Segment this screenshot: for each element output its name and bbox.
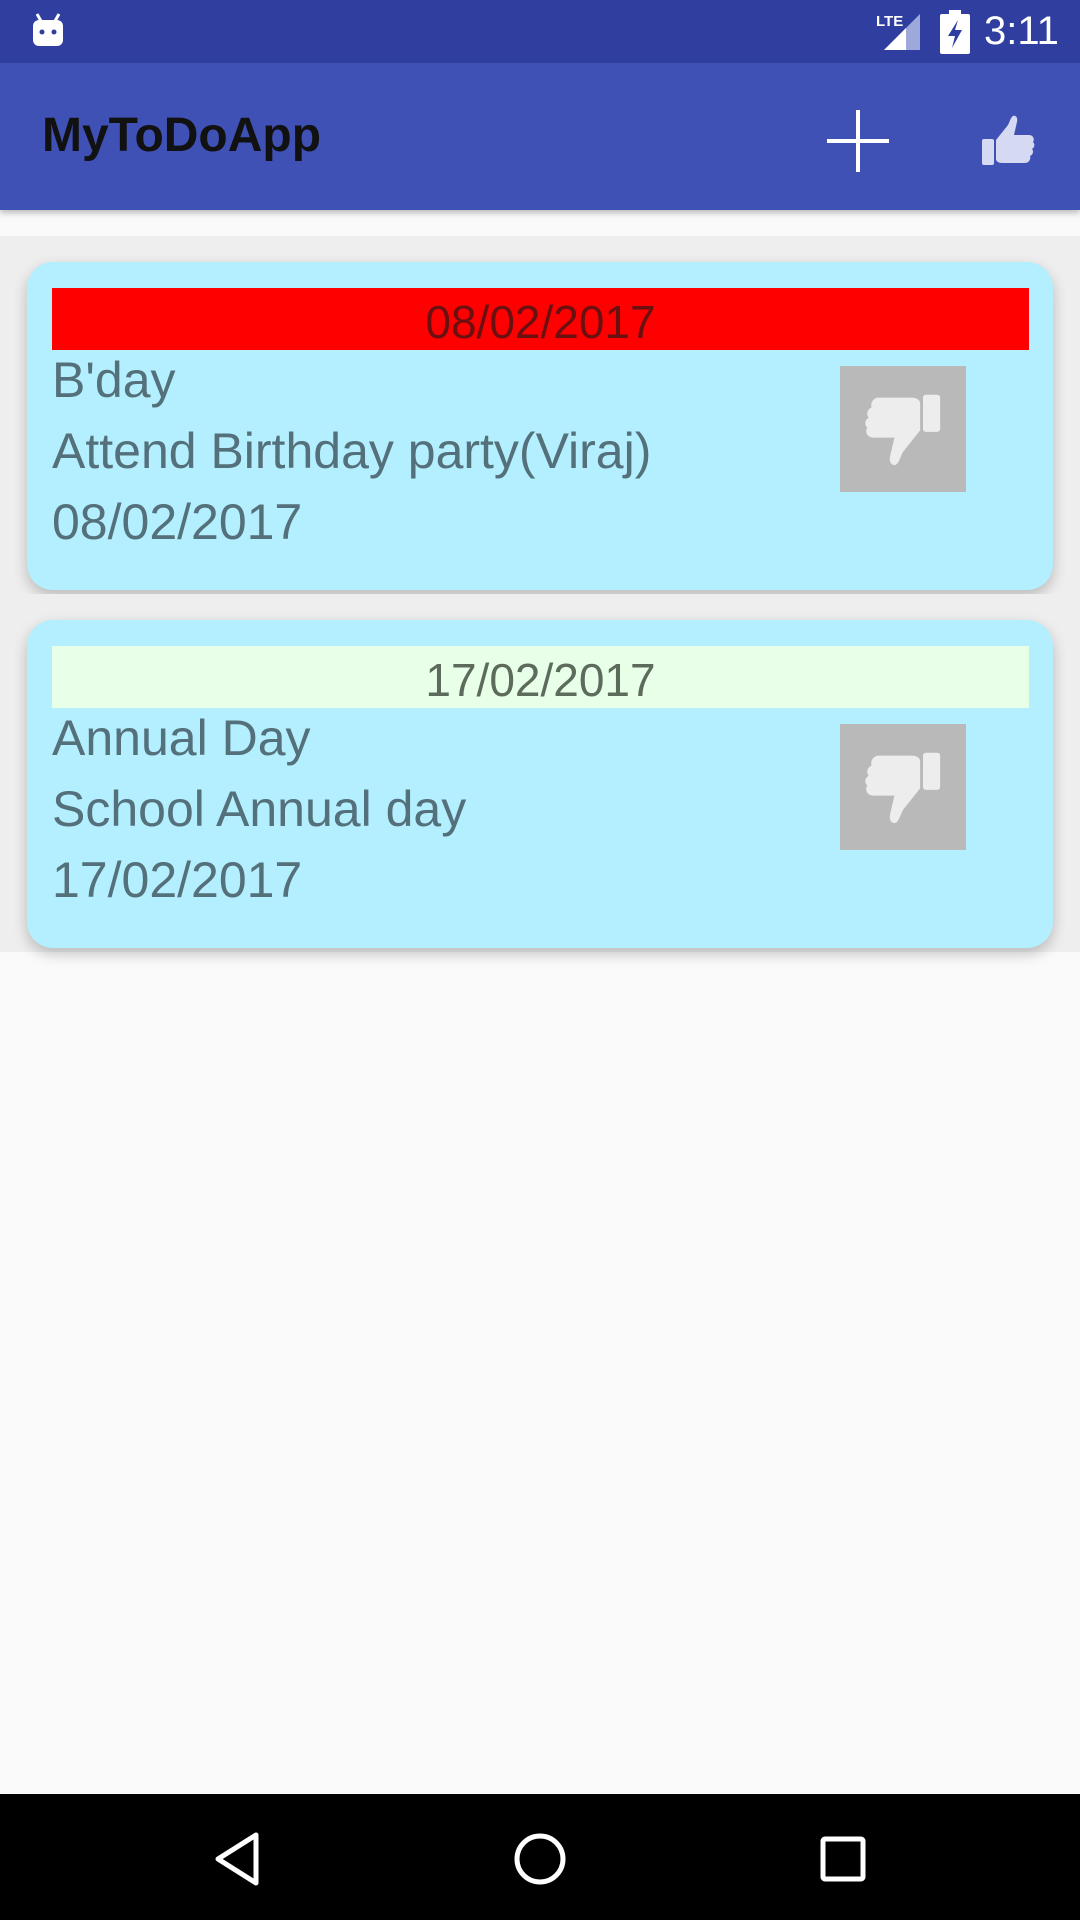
task-title: Annual Day xyxy=(52,710,311,766)
task-title: B'day xyxy=(52,352,176,408)
task-date: 17/02/2017 xyxy=(52,852,303,908)
battery-icon xyxy=(940,10,970,54)
task-date: 08/02/2017 xyxy=(52,494,303,550)
task-banner-date: 08/02/2017 xyxy=(52,288,1029,350)
add-task-button[interactable] xyxy=(820,103,896,179)
task-banner-date: 17/02/2017 xyxy=(52,646,1029,708)
home-button[interactable] xyxy=(510,1829,570,1889)
screen: LTE 3:11 MyToDoApp 08/02/2017 B'day Atte… xyxy=(0,0,1080,1920)
task-card[interactable]: 08/02/2017 B'day Attend Birthday party(V… xyxy=(27,262,1053,590)
completed-tasks-button[interactable] xyxy=(970,103,1046,179)
back-button[interactable] xyxy=(207,1829,267,1889)
task-card[interactable]: 17/02/2017 Annual Day School Annual day … xyxy=(27,620,1053,948)
app-bar: MyToDoApp xyxy=(0,63,1080,210)
recents-icon xyxy=(820,1836,866,1882)
status-bar: LTE 3:11 xyxy=(0,0,1080,63)
thumbs-up-icon xyxy=(982,115,1035,165)
task-row: 08/02/2017 B'day Attend Birthday party(V… xyxy=(0,236,1080,594)
app-title: MyToDoApp xyxy=(42,109,322,162)
task-description: Attend Birthday party(Viraj) xyxy=(52,423,652,479)
android-icon xyxy=(31,10,65,50)
thumbs-down-icon xyxy=(865,394,941,465)
recents-button[interactable] xyxy=(813,1829,873,1889)
task-list: 08/02/2017 B'day Attend Birthday party(V… xyxy=(0,236,1080,952)
back-icon xyxy=(215,1832,259,1886)
navigation-bar xyxy=(0,1794,1080,1920)
mark-incomplete-button[interactable] xyxy=(840,366,966,492)
status-time: 3:11 xyxy=(984,9,1059,53)
task-description: School Annual day xyxy=(52,781,467,837)
thumbs-down-icon xyxy=(865,752,941,823)
lte-label: LTE xyxy=(876,13,903,30)
home-icon xyxy=(514,1833,566,1885)
mark-incomplete-button[interactable] xyxy=(840,724,966,850)
task-row: 17/02/2017 Annual Day School Annual day … xyxy=(0,594,1080,952)
lte-signal-icon: LTE xyxy=(876,10,922,50)
plus-icon xyxy=(827,110,889,172)
